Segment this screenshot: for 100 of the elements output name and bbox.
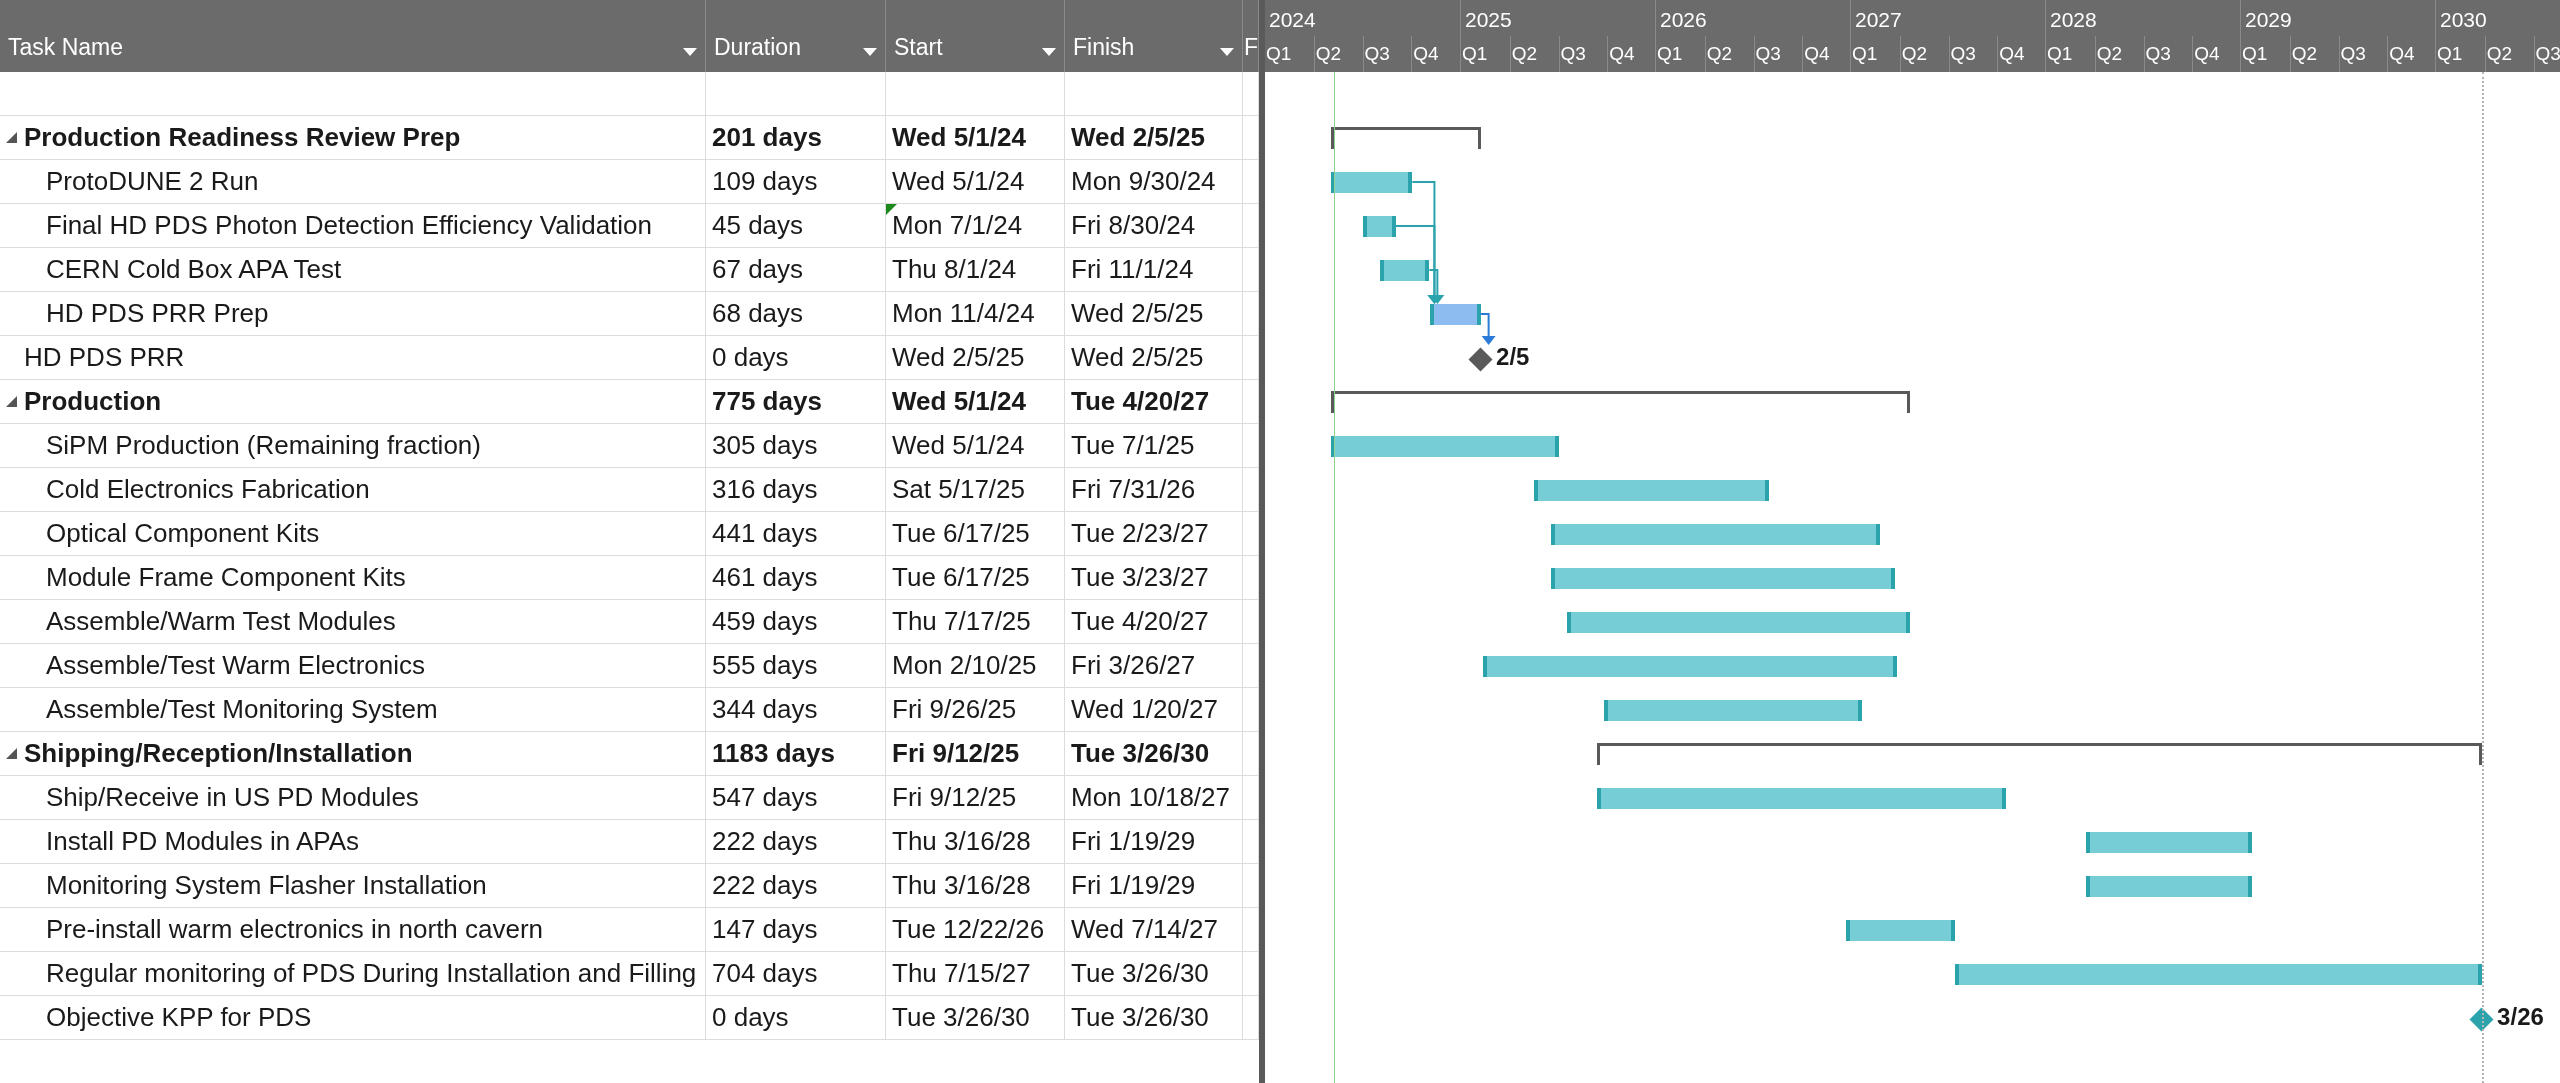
year-label: 2024 — [1268, 7, 1317, 33]
quarter-label: Q3 — [2143, 36, 2193, 72]
start-cell: Tue 6/17/25 — [892, 518, 1030, 548]
task-name: Production — [24, 386, 162, 416]
start-cell: Tue 3/26/30 — [892, 1002, 1030, 1032]
task-name: Optical Component Kits — [0, 512, 706, 555]
finish-cell: Mon 9/30/24 — [1065, 160, 1243, 203]
start-cell: Sat 5/17/25 — [892, 474, 1025, 504]
quarter-label: Q4 — [2387, 36, 2436, 72]
start-cell: Fri 9/12/25 — [892, 738, 1020, 768]
task-name: Monitoring System Flasher Installation — [0, 864, 706, 907]
quarter-label: Q3 — [1753, 36, 1803, 72]
start-cell: Thu 3/16/28 — [892, 826, 1031, 856]
task-name: Module Frame Component Kits — [0, 556, 706, 599]
quarter-label: Q4 — [1411, 36, 1460, 72]
quarter-label: Q2 — [2484, 36, 2534, 72]
duration-cell: 0 days — [706, 336, 886, 379]
finish-cell: Fri 11/1/24 — [1065, 248, 1243, 291]
finish-cell: Wed 2/5/25 — [1065, 116, 1243, 159]
duration-cell: 0 days — [706, 996, 886, 1039]
quarter-label: Q4 — [1997, 36, 2046, 72]
quarter-label: Q2 — [1509, 36, 1559, 72]
quarter-label: Q1 — [2046, 42, 2074, 66]
task-name: Final HD PDS Photon Detection Efficiency Validation — [0, 204, 706, 247]
finish-cell: Fri 1/19/29 — [1065, 864, 1243, 907]
finish-cell: Fri 3/26/27 — [1065, 644, 1243, 687]
task-name: Objective KPP for PDS — [0, 996, 706, 1039]
task-name: Pre-install warm electronics in north cavern — [0, 908, 706, 951]
finish-cell: Tue 2/23/27 — [1065, 512, 1243, 555]
duration-cell: 459 days — [706, 600, 886, 643]
duration-cell: 67 days — [706, 248, 886, 291]
start-cell: Thu 8/1/24 — [892, 254, 1017, 284]
start-cell: Mon 11/4/24 — [892, 298, 1035, 328]
duration-cell: 109 days — [706, 160, 886, 203]
duration-cell: 461 days — [706, 556, 886, 599]
start-cell: Thu 7/15/27 — [892, 958, 1031, 988]
quarter-label: Q4 — [1802, 36, 1851, 72]
finish-cell: Fri 7/31/26 — [1065, 468, 1243, 511]
duration-cell: 222 days — [706, 864, 886, 907]
start-cell: Wed 5/1/24 — [892, 166, 1025, 196]
collapse-triangle-icon[interactable] — [6, 396, 17, 407]
quarter-label: Q1 — [1265, 42, 1293, 66]
finish-cell: Tue 3/26/30 — [1065, 996, 1243, 1039]
quarter-label: Q2 — [1704, 36, 1754, 72]
duration-cell: 344 days — [706, 688, 886, 731]
task-name: Regular monitoring of PDS During Installation and Filling — [0, 952, 706, 995]
finish-cell: Wed 2/5/25 — [1065, 336, 1243, 379]
task-name: SiPM Production (Remaining fraction) — [0, 424, 706, 467]
quarter-label: Q2 — [2289, 36, 2339, 72]
year-label: 2027 — [1854, 7, 1903, 33]
milestone-date-label: 2/5 — [1496, 343, 1530, 371]
finish-cell: Tue 4/20/27 — [1065, 380, 1243, 423]
task-name: Install PD Modules in APAs — [0, 820, 706, 863]
finish-cell: Fri 8/30/24 — [1065, 204, 1243, 247]
year-label: 2026 — [1659, 7, 1708, 33]
finish-cell: Tue 3/26/30 — [1065, 732, 1243, 775]
start-cell: Fri 9/26/25 — [892, 694, 1017, 724]
start-cell: Mon 7/1/24 — [892, 210, 1023, 240]
task-name: ProtoDUNE 2 Run — [0, 160, 706, 203]
task-name: Shipping/Reception/Installation — [24, 738, 413, 768]
finish-cell: Tue 3/23/27 — [1065, 556, 1243, 599]
collapse-triangle-icon[interactable] — [6, 132, 17, 143]
finish-cell: Tue 7/1/25 — [1065, 424, 1243, 467]
quarter-label: Q2 — [2094, 36, 2144, 72]
milestone-date-label: 3/26 — [2497, 1003, 2544, 1031]
task-name: Production Readiness Review Prep — [24, 122, 461, 152]
start-cell: Wed 5/1/24 — [892, 386, 1026, 416]
quarter-label: Q3 — [1948, 36, 1998, 72]
start-cell: Thu 3/16/28 — [892, 870, 1031, 900]
finish-cell: Wed 1/20/27 — [1065, 688, 1243, 731]
duration-cell: 68 days — [706, 292, 886, 335]
collapse-triangle-icon[interactable] — [6, 748, 17, 759]
start-cell: Mon 2/10/25 — [892, 650, 1037, 680]
task-name: Ship/Receive in US PD Modules — [0, 776, 706, 819]
task-name: HD PDS PRR — [0, 336, 706, 379]
duration-cell: 305 days — [706, 424, 886, 467]
finish-cell: Fri 1/19/29 — [1065, 820, 1243, 863]
quarter-label: Q1 — [1851, 42, 1879, 66]
year-label: 2030 — [2439, 7, 2488, 33]
start-cell: Wed 5/1/24 — [892, 430, 1025, 460]
duration-cell: 555 days — [706, 644, 886, 687]
column-header[interactable]: F — [1243, 0, 1259, 72]
start-cell: Fri 9/12/25 — [892, 782, 1017, 812]
start-cell: Wed 5/1/24 — [892, 122, 1026, 152]
duration-cell: 147 days — [706, 908, 886, 951]
task-name: Assemble/Warm Test Modules — [0, 600, 706, 643]
quarter-label: Q2 — [1899, 36, 1949, 72]
finish-cell: Wed 7/14/27 — [1065, 908, 1243, 951]
finish-cell: Wed 2/5/25 — [1065, 292, 1243, 335]
quarter-label: Q1 — [2241, 42, 2269, 66]
duration-cell: 1183 days — [706, 732, 886, 775]
quarter-label: Q3 — [1362, 36, 1412, 72]
start-cell: Tue 12/22/26 — [892, 914, 1045, 944]
task-name: Cold Electronics Fabrication — [0, 468, 706, 511]
finish-cell: Tue 3/26/30 — [1065, 952, 1243, 995]
quarter-label: Q1 — [1656, 42, 1684, 66]
duration-cell: 547 days — [706, 776, 886, 819]
duration-cell: 222 days — [706, 820, 886, 863]
year-label: 2028 — [2049, 7, 2098, 33]
start-cell: Wed 2/5/25 — [892, 342, 1025, 372]
